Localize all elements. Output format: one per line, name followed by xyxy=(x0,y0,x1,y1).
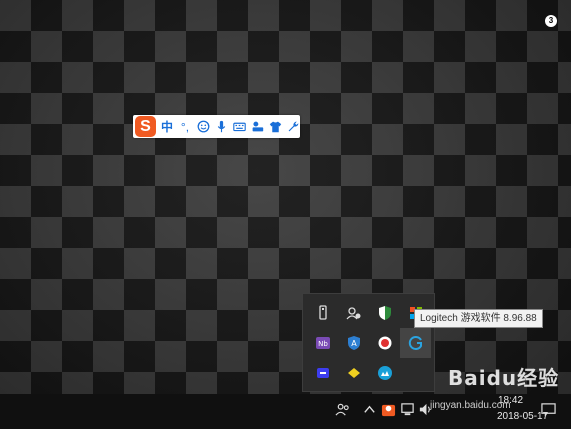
toolbox-icon[interactable] xyxy=(250,118,264,136)
svg-text:Nb: Nb xyxy=(318,340,328,348)
ime-punctuation-toggle[interactable]: °, xyxy=(178,118,192,136)
record-icon[interactable] xyxy=(369,328,400,358)
logitech-g-icon[interactable] xyxy=(400,328,431,358)
baidu-logo: Baidu经验 xyxy=(448,366,560,390)
ime-toolbar[interactable]: S 中 °, xyxy=(133,115,300,138)
network-user-icon[interactable] xyxy=(338,298,369,328)
svg-text:A: A xyxy=(351,339,357,348)
logitech-tooltip: Logitech 游戏软件 8.96.88 xyxy=(414,309,543,328)
microphone-icon[interactable] xyxy=(214,118,228,136)
sogou-logo-icon[interactable]: S xyxy=(135,116,156,137)
wrench-icon[interactable] xyxy=(286,118,300,136)
watermark-url: jingyan.baidu.com xyxy=(430,400,511,411)
shirt-icon[interactable] xyxy=(268,118,282,136)
cloud-icon[interactable] xyxy=(369,358,400,388)
keyboard-icon[interactable] xyxy=(232,118,246,136)
people-icon[interactable] xyxy=(333,400,351,418)
tray-overflow-flyout: Nb A xyxy=(302,293,435,392)
baidu-watermark: Baidu经验 jingyan.baidu.com xyxy=(430,362,560,411)
network-icon[interactable] xyxy=(398,400,416,418)
shield-icon[interactable] xyxy=(369,298,400,328)
notification-count-badge: 3 xyxy=(545,15,557,27)
nvidia-icon[interactable]: Nb xyxy=(307,328,338,358)
yellow-diamond-icon[interactable] xyxy=(338,358,369,388)
chevron-up-icon[interactable] xyxy=(360,400,378,418)
defender-a-icon[interactable]: A xyxy=(338,328,369,358)
smiley-icon[interactable] xyxy=(196,118,210,136)
sogou-tray-icon[interactable] xyxy=(379,400,397,418)
ime-mode-toggle[interactable]: 中 xyxy=(160,118,174,136)
usb-drive-icon[interactable] xyxy=(307,298,338,328)
notification-icon[interactable] xyxy=(539,400,557,418)
tray-icon-grid: Nb A xyxy=(307,298,431,388)
keyboard-app-icon[interactable] xyxy=(307,358,338,388)
